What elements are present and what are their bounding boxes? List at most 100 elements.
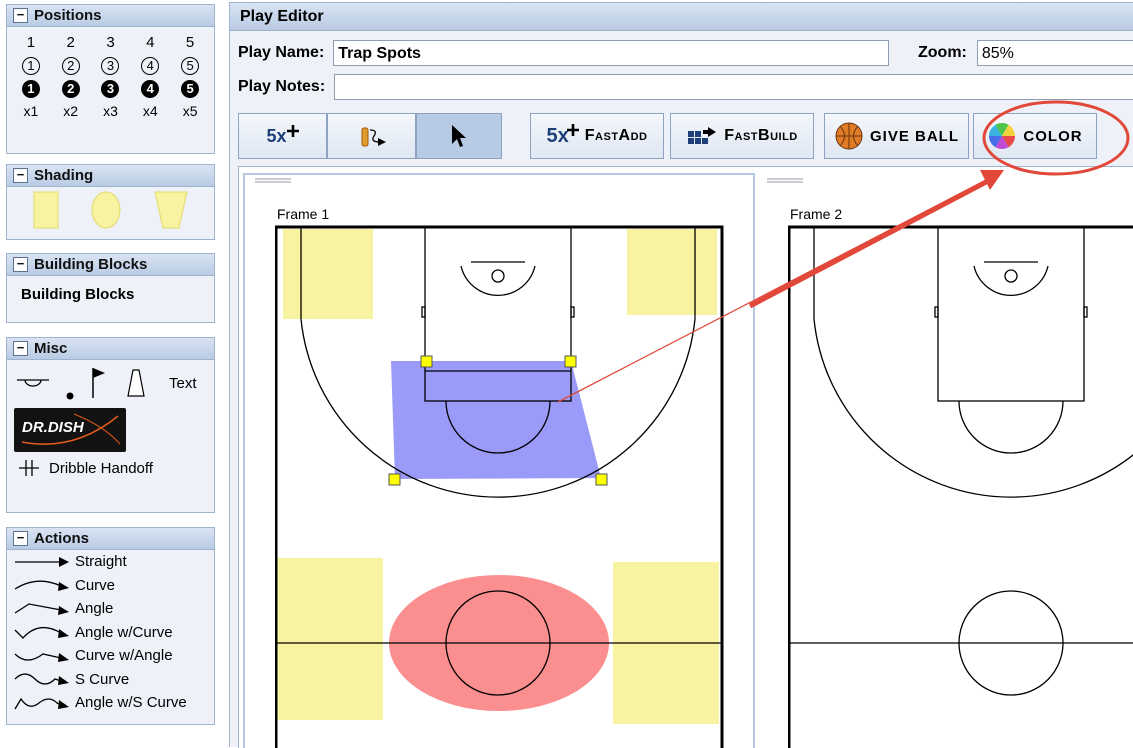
flag-icon[interactable] <box>89 360 111 406</box>
fastbuild-button[interactable]: FastBuild <box>670 113 814 159</box>
action-straight[interactable]: Straight <box>7 550 214 574</box>
building-blocks-item[interactable]: Building Blocks <box>7 276 214 313</box>
play-notes-row: Play Notes: <box>238 74 1133 100</box>
position-outlined-3[interactable]: 3 <box>91 54 131 77</box>
position-plain-5[interactable]: 5 <box>170 31 210 54</box>
give-ball-button[interactable]: GIVE BALL <box>824 113 969 159</box>
shade-top-right[interactable] <box>627 229 717 315</box>
shade-top-left[interactable] <box>283 229 373 319</box>
frame-2-label: Frame 2 <box>790 206 843 222</box>
position-plain-2[interactable]: 2 <box>51 31 91 54</box>
play-name-input[interactable]: Trap Spots <box>333 40 890 66</box>
position-plain-4[interactable]: 4 <box>130 31 170 54</box>
action-s-curve[interactable]: S Curve <box>7 668 214 692</box>
position-plain-1[interactable]: 1 <box>11 31 51 54</box>
curve-arrow-icon <box>14 580 69 592</box>
position-filled-1[interactable]: 1 <box>11 77 51 100</box>
actions-header[interactable]: − Actions <box>7 528 214 550</box>
frame-1-label: Frame 1 <box>277 206 330 222</box>
path-tool-button[interactable] <box>327 113 416 159</box>
position-outlined-4[interactable]: 4 <box>130 54 170 77</box>
building-blocks-header[interactable]: − Building Blocks <box>7 254 214 276</box>
play-name-label: Play Name: <box>238 44 325 61</box>
shading-panel: − Shading <box>6 164 215 240</box>
position-plain-3[interactable]: 3 <box>91 31 131 54</box>
play-notes-label: Play Notes: <box>238 78 326 95</box>
drag-handle-icon[interactable] <box>765 177 805 185</box>
defender-x3[interactable]: x3 <box>91 100 131 123</box>
action-curve-w-angle[interactable]: Curve w/Angle <box>7 644 214 668</box>
defender-x4[interactable]: x4 <box>130 100 170 123</box>
shade-blue-trapezoid[interactable] <box>391 361 601 479</box>
action-angle-w-s-curve[interactable]: Angle w/S Curve <box>7 691 214 715</box>
cursor-arrow-icon <box>452 125 466 147</box>
collapse-icon[interactable]: − <box>13 257 28 272</box>
collapse-icon[interactable]: − <box>13 341 28 356</box>
frame-2-court[interactable] <box>788 223 1133 748</box>
play-notes-input[interactable] <box>334 74 1133 100</box>
zoom-label: Zoom: <box>918 44 967 61</box>
add-five-button[interactable]: 5x <box>238 113 327 159</box>
text-tool[interactable]: Text <box>169 375 197 392</box>
screen-icon[interactable] <box>15 360 51 406</box>
misc-header[interactable]: − Misc <box>7 338 214 360</box>
color-wheel-icon <box>989 122 1016 150</box>
blocks-icon <box>688 127 717 144</box>
shading-header[interactable]: − Shading <box>7 165 214 187</box>
collapse-icon[interactable]: − <box>13 8 28 23</box>
position-filled-3[interactable]: 3 <box>91 77 131 100</box>
basketball-icon <box>835 122 863 150</box>
dribble-handoff-tool[interactable]: Dribble Handoff <box>7 452 214 478</box>
editor-title: Play Editor <box>230 3 1133 31</box>
resize-handle[interactable] <box>564 355 577 368</box>
building-blocks-panel: − Building Blocks Building Blocks <box>6 253 215 323</box>
shade-bottom-left[interactable] <box>277 558 383 720</box>
action-curve[interactable]: Curve <box>7 574 214 598</box>
resize-handle[interactable] <box>420 355 433 368</box>
action-angle[interactable]: Angle <box>7 597 214 621</box>
action-angle-w-curve[interactable]: Angle w/Curve <box>7 621 214 645</box>
drag-handle-icon[interactable] <box>253 177 293 185</box>
position-outlined-5[interactable]: 5 <box>170 54 210 77</box>
plus-icon <box>566 124 579 136</box>
resize-handle[interactable] <box>388 473 401 486</box>
position-filled-4[interactable]: 4 <box>130 77 170 100</box>
ellipse-shade-icon[interactable] <box>90 190 122 230</box>
zoom-row: Zoom: 85% <box>918 40 1133 66</box>
color-button[interactable]: COLOR <box>973 113 1097 159</box>
position-outlined-2[interactable]: 2 <box>51 54 91 77</box>
position-filled-5[interactable]: 5 <box>170 77 210 100</box>
collapse-icon[interactable]: − <box>13 168 28 183</box>
actions-panel: − Actions Straight Curve Angle Angle w/Cu… <box>6 527 215 725</box>
editor-toolbar: 5x 5x FastAdd FastBuild GIVE BALL COLOR <box>238 113 1097 159</box>
straight-arrow-icon <box>15 556 69 567</box>
rectangle-shade-icon[interactable] <box>33 191 59 229</box>
curve-angle-arrow-icon <box>14 652 69 662</box>
handoff-icon <box>19 460 39 476</box>
trapezoid-shade-icon[interactable] <box>154 190 188 230</box>
fastadd-button[interactable]: 5x FastAdd <box>530 113 664 159</box>
position-filled-2[interactable]: 2 <box>51 77 91 100</box>
positions-header[interactable]: − Positions <box>7 5 214 27</box>
dr-dish-logo[interactable]: DR.DISH <box>14 408 126 452</box>
misc-panel: − Misc Text DR.DISH Dribble Handoff <box>6 337 215 513</box>
select-tool-button[interactable] <box>416 113 502 159</box>
player-path-icon <box>361 127 386 147</box>
defender-x1[interactable]: x1 <box>11 100 51 123</box>
collapse-icon[interactable]: − <box>13 531 28 546</box>
positions-panel: − Positions 1 2 3 4 5 1 2 3 4 5 1 2 3 4 5… <box>6 4 215 154</box>
s-curve-arrow-icon <box>14 673 69 686</box>
position-outlined-1[interactable]: 1 <box>11 54 51 77</box>
angle-curve-arrow-icon <box>14 627 69 640</box>
ball-dot-icon[interactable] <box>65 360 75 406</box>
plus-icon <box>286 125 299 137</box>
play-canvas[interactable]: Frame 1 Frame 2 <box>238 166 1133 748</box>
resize-handle[interactable] <box>595 473 608 486</box>
cone-icon[interactable] <box>125 360 147 406</box>
defender-x2[interactable]: x2 <box>51 100 91 123</box>
positions-grid: 1 2 3 4 5 1 2 3 4 5 1 2 3 4 5 x1 x2 x3 x… <box>7 27 214 123</box>
defender-x5[interactable]: x5 <box>170 100 210 123</box>
zoom-field[interactable]: 85% <box>976 40 1133 66</box>
frame-1-court[interactable] <box>275 223 735 748</box>
